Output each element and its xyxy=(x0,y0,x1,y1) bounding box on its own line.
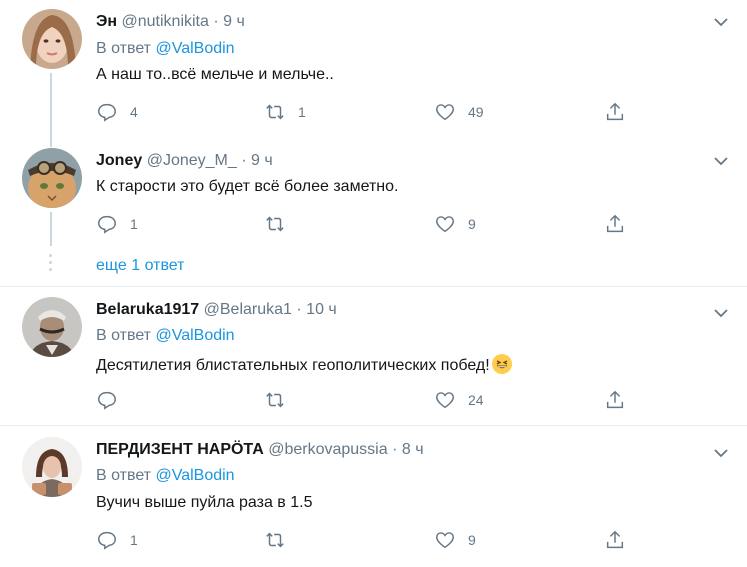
tweet-actions: 4 1 49 xyxy=(96,100,636,124)
reply-count: 4 xyxy=(130,104,138,120)
like-button[interactable]: 9 xyxy=(434,528,476,552)
share-button[interactable] xyxy=(604,388,626,412)
reply-prefix: В ответ xyxy=(96,327,152,344)
user-handle[interactable]: @nutiknikita xyxy=(122,13,209,30)
thread-dots xyxy=(49,254,53,275)
chevron-down-icon[interactable] xyxy=(713,14,729,30)
like-count: 9 xyxy=(468,532,476,548)
user-handle[interactable]: @Belaruka1 xyxy=(204,301,292,318)
avatar[interactable] xyxy=(22,9,82,69)
divider xyxy=(0,425,747,426)
reply-button[interactable] xyxy=(96,388,118,412)
reply-button[interactable]: 1 xyxy=(96,528,138,552)
retweet-icon xyxy=(266,104,284,120)
like-icon xyxy=(436,392,454,409)
retweet-button[interactable] xyxy=(264,528,286,552)
avatar[interactable] xyxy=(22,437,82,497)
retweet-button[interactable] xyxy=(264,212,286,236)
like-button[interactable]: 9 xyxy=(434,212,476,236)
avatar[interactable] xyxy=(22,148,82,208)
display-name[interactable]: Joney xyxy=(96,152,142,169)
retweet-count: 1 xyxy=(298,104,306,120)
share-icon xyxy=(606,102,624,121)
separator-dot: · xyxy=(213,13,219,30)
reply-button[interactable]: 4 xyxy=(96,100,138,124)
tweet-text: А наш то..всё мельче и мельче.. xyxy=(96,66,334,83)
tweet-text: Вучич выше пуйла раза в 1.5 xyxy=(96,494,313,511)
show-more-replies-link[interactable]: еще 1 ответ xyxy=(96,257,184,275)
reply-prefix: В ответ xyxy=(96,40,152,57)
display-name[interactable]: Belaruka1917 xyxy=(96,301,199,318)
display-name[interactable]: ПЕРДИЗЕНТ НАРÖТА xyxy=(96,441,264,458)
user-handle[interactable]: @Joney_M_ xyxy=(147,152,237,169)
user-handle[interactable]: @berkovapussia xyxy=(268,441,387,458)
tweet-header: Joney @Joney_M_ · 9 ч xyxy=(96,152,273,170)
reply-mention-link[interactable]: @ValBodin xyxy=(155,327,234,344)
like-count: 9 xyxy=(468,216,476,232)
timestamp[interactable]: 8 ч xyxy=(402,441,424,458)
separator-dot: · xyxy=(392,441,398,458)
tweet-text-content: Десятилетия блистательных геополитически… xyxy=(96,357,490,374)
retweet-icon xyxy=(266,532,284,548)
timestamp[interactable]: 9 ч xyxy=(251,152,273,169)
separator-dot: · xyxy=(241,152,247,169)
retweet-button[interactable]: 1 xyxy=(264,100,306,124)
tweet-actions: 24 xyxy=(96,388,636,412)
like-button[interactable]: 49 xyxy=(434,100,484,124)
share-button[interactable] xyxy=(604,100,626,124)
timestamp[interactable]: 9 ч xyxy=(223,13,245,30)
reply-icon xyxy=(98,215,116,234)
like-icon xyxy=(436,216,454,233)
divider xyxy=(0,286,747,287)
chevron-down-icon[interactable] xyxy=(713,305,729,321)
reply-icon xyxy=(98,391,116,410)
conversation-thread: Эн @nutiknikita · 9 ч В ответ @ValBodin … xyxy=(0,0,747,567)
separator-dot: · xyxy=(296,301,302,318)
reply-mention-link[interactable]: @ValBodin xyxy=(155,467,234,484)
thread-connector xyxy=(50,212,52,246)
tweet-text: К старости это будет всё более заметно. xyxy=(96,178,399,195)
retweet-icon xyxy=(266,392,284,408)
grinning-emoji xyxy=(491,354,512,374)
tweet-header: Эн @nutiknikita · 9 ч xyxy=(96,13,245,31)
reply-context: В ответ @ValBodin xyxy=(96,40,235,58)
share-button[interactable] xyxy=(604,528,626,552)
reply-count: 1 xyxy=(130,532,138,548)
retweet-button[interactable] xyxy=(264,388,286,412)
reply-button[interactable]: 1 xyxy=(96,212,138,236)
avatar[interactable] xyxy=(22,297,82,357)
tweet-text: Десятилетия блистательных геополитически… xyxy=(96,354,512,375)
tweet-actions: 1 9 xyxy=(96,212,636,236)
like-icon xyxy=(436,532,454,549)
tweet-header: ПЕРДИЗЕНТ НАРÖТА @berkovapussia · 8 ч xyxy=(96,441,424,459)
share-button[interactable] xyxy=(604,212,626,236)
reply-icon xyxy=(98,531,116,550)
share-icon xyxy=(606,530,624,549)
reply-icon xyxy=(98,103,116,122)
like-count: 24 xyxy=(468,392,484,408)
retweet-icon xyxy=(266,216,284,232)
reply-context: В ответ @ValBodin xyxy=(96,467,235,485)
like-count: 49 xyxy=(468,104,484,120)
reply-prefix: В ответ xyxy=(96,467,152,484)
like-button[interactable]: 24 xyxy=(434,388,484,412)
display-name[interactable]: Эн xyxy=(96,13,117,30)
reply-mention-link[interactable]: @ValBodin xyxy=(155,40,234,57)
share-icon xyxy=(606,214,624,233)
share-icon xyxy=(606,390,624,409)
chevron-down-icon[interactable] xyxy=(713,153,729,169)
reply-context: В ответ @ValBodin xyxy=(96,327,235,345)
tweet-header: Belaruka1917 @Belaruka1 · 10 ч xyxy=(96,301,337,319)
reply-count: 1 xyxy=(130,216,138,232)
like-icon xyxy=(436,104,454,121)
tweet-actions: 1 9 xyxy=(96,528,636,552)
chevron-down-icon[interactable] xyxy=(713,445,729,461)
timestamp[interactable]: 10 ч xyxy=(306,301,337,318)
thread-connector xyxy=(50,73,52,147)
